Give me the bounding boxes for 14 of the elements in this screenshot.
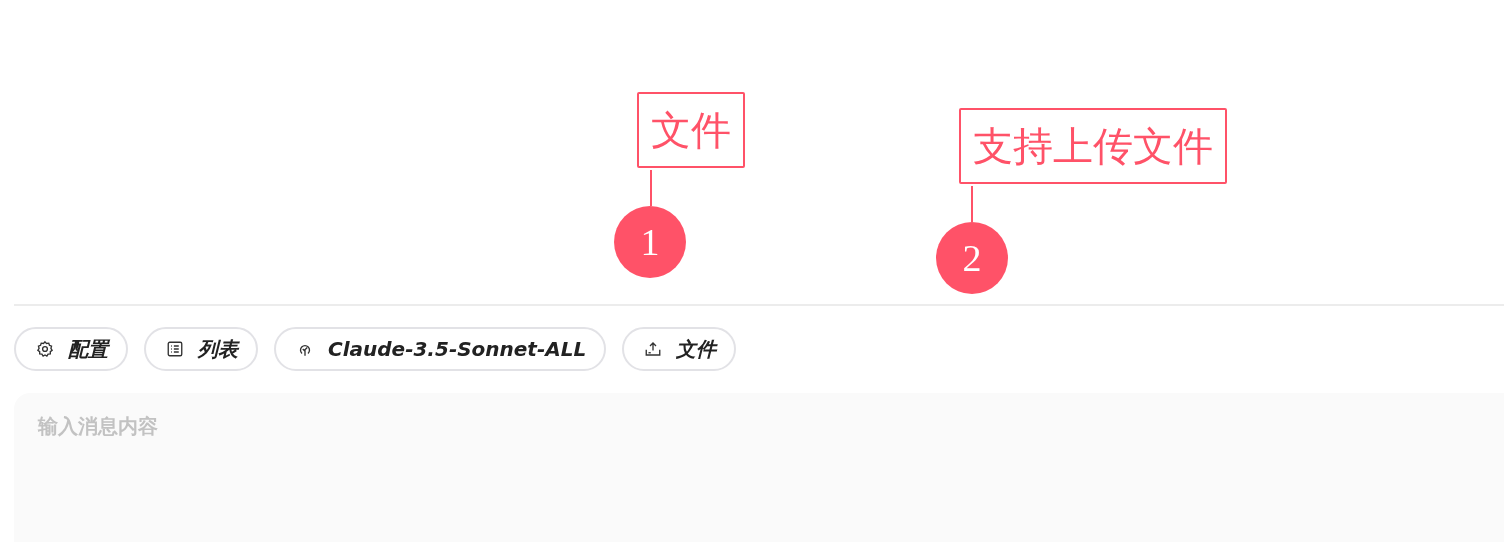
callout-label: 文件 xyxy=(637,92,745,168)
message-input[interactable]: 输入消息内容 xyxy=(14,393,1504,542)
settings-icon xyxy=(36,340,54,358)
toolbar-button[interactable]: 配置 xyxy=(14,327,128,371)
toolbar-button[interactable]: Claude-3.5-Sonnet-ALL xyxy=(274,327,607,371)
toolbar-button[interactable]: 列表 xyxy=(144,327,258,371)
leader-line xyxy=(971,186,973,222)
upload-icon xyxy=(644,340,663,358)
callout-label: 支持上传文件 xyxy=(959,108,1227,184)
leader-line xyxy=(650,170,652,206)
number-badge: 1 xyxy=(614,206,686,278)
list-icon xyxy=(166,340,184,358)
toolbar-button[interactable]: 文件 xyxy=(622,327,737,371)
number-badge: 2 xyxy=(936,222,1008,294)
